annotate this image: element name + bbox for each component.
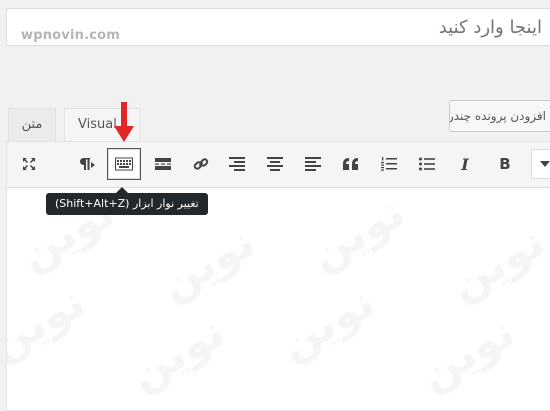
align-right-button[interactable] xyxy=(223,150,251,178)
post-title-box: wpnovin.com xyxy=(6,8,550,46)
italic-icon: I xyxy=(461,154,469,174)
numbered-list-button[interactable] xyxy=(375,150,403,178)
read-more-icon xyxy=(155,158,171,170)
blockquote-icon xyxy=(343,158,358,170)
fullscreen-button[interactable] xyxy=(15,150,43,178)
editor-watermark: نوین xyxy=(271,276,383,370)
align-left-icon xyxy=(305,157,321,171)
italic-button[interactable]: I xyxy=(451,150,479,178)
link-icon xyxy=(193,158,209,170)
editor-watermark: نوین xyxy=(441,216,550,310)
editor-toolbar: I B xyxy=(7,142,550,188)
chevron-down-icon xyxy=(540,161,550,167)
fullscreen-icon xyxy=(23,158,35,170)
bullet-list-button[interactable] xyxy=(413,150,441,178)
align-center-icon xyxy=(267,157,283,171)
editor-content-area[interactable]: نوین نوین نوین نوین نوین نوین نوین نوین xyxy=(7,188,550,400)
bullet-list-icon xyxy=(419,157,435,171)
link-button[interactable] xyxy=(187,150,215,178)
editor-watermark: نوین xyxy=(7,276,93,370)
bold-button[interactable]: B xyxy=(491,150,519,178)
keyboard-icon xyxy=(115,157,133,171)
toolbar-toggle-button[interactable] xyxy=(107,148,141,180)
editor-watermark: نوین xyxy=(121,306,233,400)
editor-watermark: نوین xyxy=(301,188,413,281)
align-right-icon xyxy=(229,157,245,171)
align-left-button[interactable] xyxy=(299,150,327,178)
tab-text[interactable]: متن xyxy=(8,108,56,141)
paragraph-button[interactable] xyxy=(73,150,101,178)
editor-watermark: نوین xyxy=(411,306,523,400)
align-center-button[interactable] xyxy=(261,150,289,178)
bold-icon: B xyxy=(499,155,511,173)
site-watermark: wpnovin.com xyxy=(21,28,121,43)
numbered-list-icon xyxy=(381,157,397,171)
format-dropdown[interactable] xyxy=(531,149,550,179)
annotation-arrow-icon xyxy=(114,102,134,142)
blockquote-button[interactable] xyxy=(337,150,365,178)
editor-watermark: نوین xyxy=(151,216,263,310)
paragraph-icon xyxy=(80,158,95,170)
add-media-button[interactable]: افزودن پرونده چندرسانه‌ای xyxy=(449,100,550,132)
read-more-button[interactable] xyxy=(149,150,177,178)
toolbar-toggle-tooltip: تغییر نوار ابزار (Shift+Alt+Z) xyxy=(46,187,208,215)
